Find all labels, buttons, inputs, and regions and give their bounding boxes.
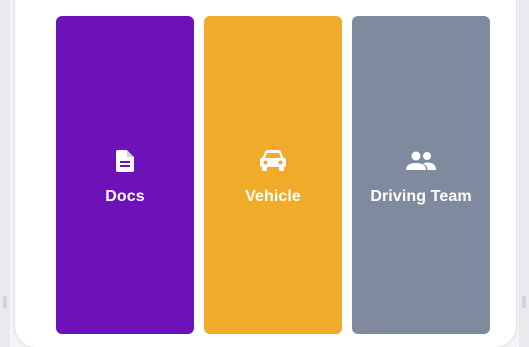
vehicle-tile-label: Vehicle: [245, 188, 301, 205]
docs-tile-label: Docs: [105, 188, 145, 205]
scroll-nub-right: [522, 296, 526, 308]
tile-grid: Docs Vehicle Driving Team: [56, 16, 492, 334]
document-icon: [108, 144, 142, 178]
car-icon: [256, 144, 290, 178]
right-edge: [519, 0, 529, 347]
driving-team-tile-label: Driving Team: [370, 188, 472, 205]
vehicle-tile[interactable]: Vehicle: [204, 16, 342, 334]
driving-team-tile[interactable]: Driving Team: [352, 16, 490, 334]
people-icon: [404, 144, 438, 178]
screen: Docs Vehicle Driving Team: [0, 0, 529, 347]
scroll-nub-left: [3, 296, 7, 308]
left-edge: [0, 0, 10, 347]
docs-tile[interactable]: Docs: [56, 16, 194, 334]
